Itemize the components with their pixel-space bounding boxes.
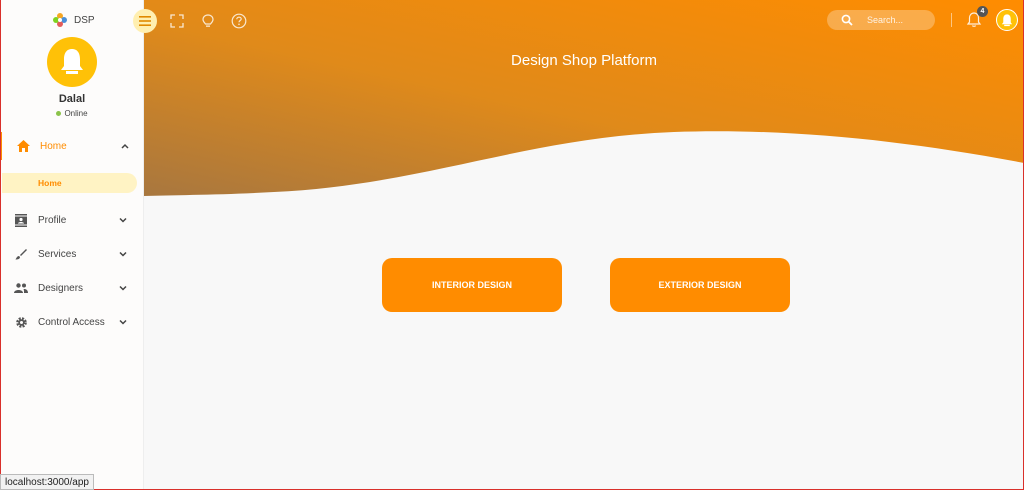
profile-icon xyxy=(14,213,28,227)
search-input[interactable] xyxy=(867,12,929,28)
home-icon xyxy=(16,139,30,153)
brand-logo[interactable]: DSP xyxy=(52,12,95,28)
header-avatar[interactable] xyxy=(996,9,1018,31)
sidebar-item-label: Designers xyxy=(38,282,84,294)
sidebar-item-label: Profile xyxy=(38,214,67,226)
fullscreen-icon xyxy=(170,14,184,28)
chevron-down-icon xyxy=(119,319,127,325)
user-name: Dalal xyxy=(58,93,86,105)
user-avatar-icon xyxy=(1001,13,1013,26)
people-icon xyxy=(14,281,28,295)
menu-icon xyxy=(139,16,151,26)
chevron-down-icon xyxy=(119,285,127,291)
help-button[interactable] xyxy=(228,10,250,32)
page-title: Design Shop Platform xyxy=(511,52,657,69)
brand-name: DSP xyxy=(74,14,95,26)
user-avatar-icon xyxy=(61,49,83,74)
sidebar-item-control-access[interactable]: Control Access xyxy=(0,308,144,336)
status-dot-icon xyxy=(56,111,62,116)
sidebar-item-designers[interactable]: Designers xyxy=(0,274,144,302)
bulb-icon xyxy=(202,13,214,27)
sidebar-subitem-home[interactable]: Home xyxy=(2,173,137,193)
menu-toggle-button[interactable] xyxy=(133,9,157,33)
header-divider xyxy=(951,13,952,27)
header-banner xyxy=(144,0,1024,196)
user-status: Online xyxy=(0,109,144,118)
sidebar-item-profile[interactable]: Profile xyxy=(0,206,144,234)
exterior-design-button[interactable]: EXTERIOR DESIGN xyxy=(610,258,790,312)
avatar[interactable] xyxy=(47,37,97,87)
interior-design-button[interactable]: INTERIOR DESIGN xyxy=(382,258,562,312)
fullscreen-button[interactable] xyxy=(166,10,188,32)
sidebar-item-label: Control Access xyxy=(38,316,105,328)
gear-icon xyxy=(14,315,28,329)
chevron-down-icon xyxy=(119,217,127,223)
chevron-up-icon xyxy=(121,143,129,149)
notification-badge: 4 xyxy=(977,6,988,17)
user-status-label: Online xyxy=(64,109,88,118)
brush-icon xyxy=(14,247,28,261)
sidebar-item-home[interactable]: Home xyxy=(0,132,144,160)
status-bar-url: localhost:3000/app xyxy=(0,474,94,490)
sidebar-item-label: Services xyxy=(38,248,77,260)
chevron-down-icon xyxy=(119,251,127,257)
search-box[interactable] xyxy=(827,10,935,30)
sidebar-item-label: Home xyxy=(40,140,67,152)
sidebar-item-services[interactable]: Services xyxy=(0,240,144,268)
sidebar: DSP Dalal Online Home Home Profile Servi… xyxy=(0,0,144,490)
flower-logo-icon xyxy=(53,13,67,27)
search-icon xyxy=(841,14,853,26)
tips-button[interactable] xyxy=(197,10,219,32)
help-icon xyxy=(231,13,247,29)
